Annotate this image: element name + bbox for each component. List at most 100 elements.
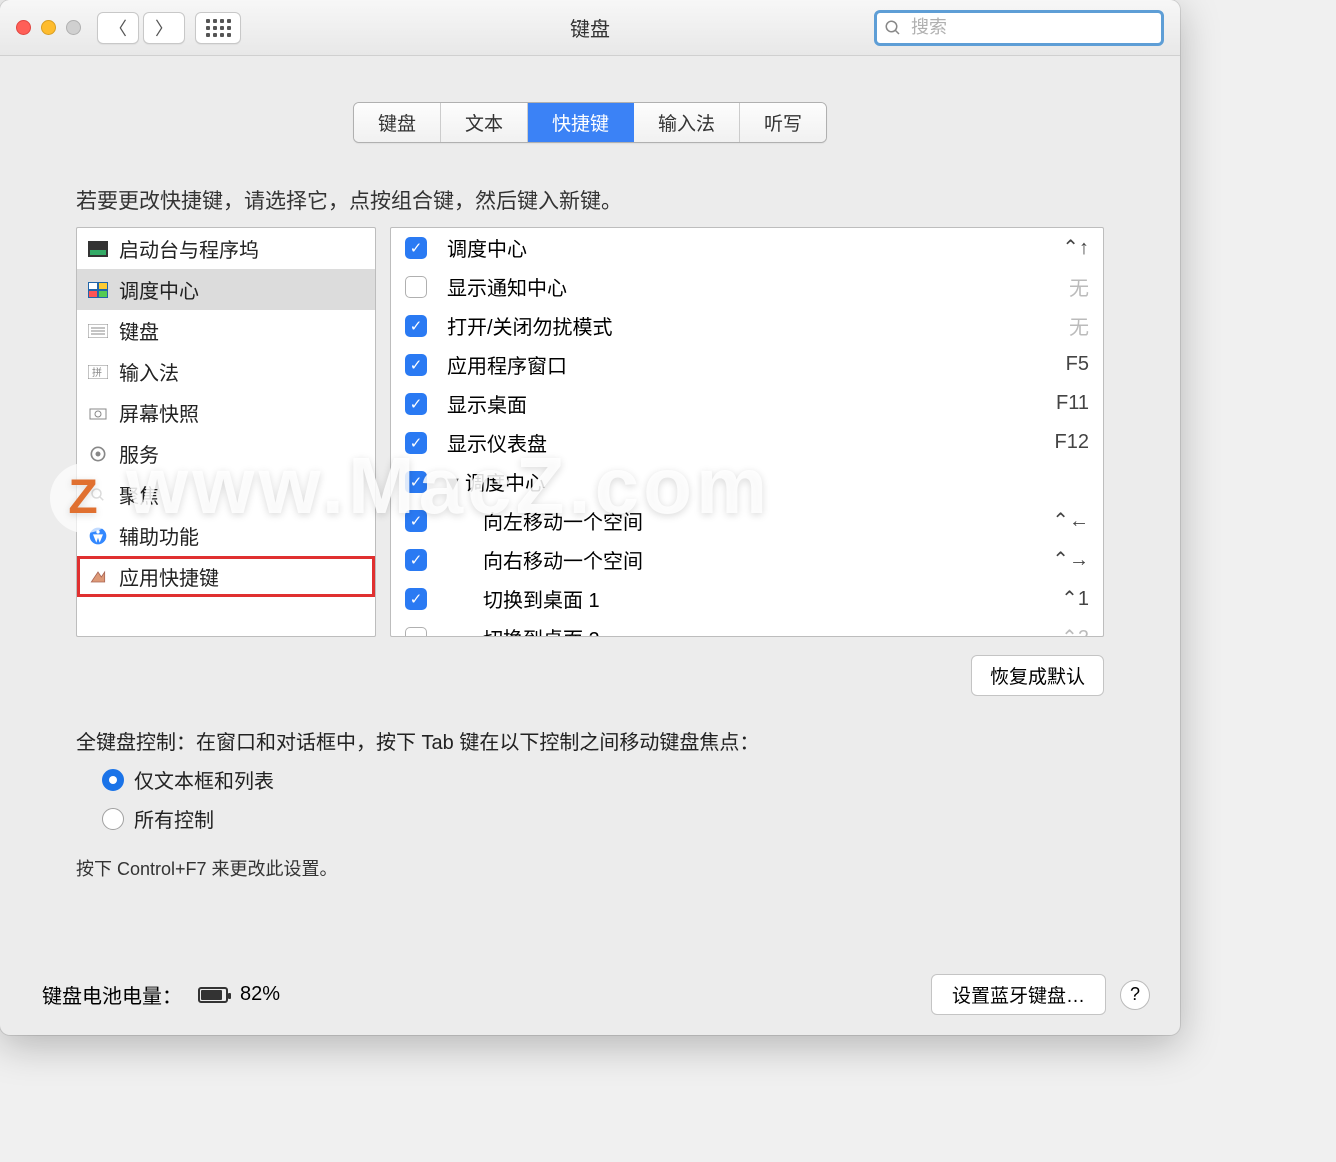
shortcut-row-10[interactable]: 切换到桌面 2⌃2	[391, 618, 1103, 637]
shortcut-key: ⌃↑	[1062, 235, 1089, 260]
shortcut-label: 显示桌面	[447, 389, 1056, 418]
checkbox[interactable]: ✓	[405, 471, 427, 493]
checkbox[interactable]	[405, 276, 427, 298]
sidebar-item-7[interactable]: 辅助功能	[77, 515, 375, 556]
back-button[interactable]: 〈	[97, 12, 139, 44]
shortcut-key: ⌃←	[1052, 508, 1089, 533]
checkbox[interactable]: ✓	[405, 432, 427, 454]
panes: 启动台与程序坞调度中心键盘拼输入法屏幕快照服务聚焦辅助功能应用快捷键 ✓调度中心…	[0, 227, 1180, 637]
shortcut-row-1[interactable]: 显示通知中心无	[391, 267, 1103, 306]
app-icon	[87, 566, 109, 588]
full-keyboard-section: 全键盘控制：在窗口和对话框中，按下 Tab 键在以下控制之间移动键盘焦点： 仅文…	[0, 696, 1180, 881]
shortcut-row-6[interactable]: ✓ ▼调度中心	[391, 462, 1103, 501]
a11y-icon	[87, 525, 109, 547]
shortcut-key: F12	[1055, 431, 1089, 454]
sidebar-item-label: 键盘	[119, 316, 159, 345]
close-button[interactable]	[16, 20, 31, 35]
battery-percent: 82%	[240, 983, 280, 1006]
screenshot-icon	[87, 402, 109, 424]
sidebar-item-4[interactable]: 屏幕快照	[77, 392, 375, 433]
full-keyboard-label: 全键盘控制：在窗口和对话框中，按下 Tab 键在以下控制之间移动键盘焦点：	[76, 726, 1104, 755]
shortcut-row-5[interactable]: ✓ 显示仪表盘F12	[391, 423, 1103, 462]
shortcut-label: 切换到桌面 2	[447, 623, 1061, 637]
titlebar: 〈 〉 键盘	[0, 0, 1180, 56]
restore-row: 恢复成默认	[0, 637, 1180, 696]
bluetooth-keyboard-button[interactable]: 设置蓝牙键盘…	[931, 974, 1106, 1015]
radio-label: 所有控制	[134, 804, 214, 833]
apps-grid-icon	[206, 19, 231, 37]
checkbox[interactable]	[405, 627, 427, 638]
shortcut-row-0[interactable]: ✓ 调度中心⌃↑	[391, 228, 1103, 267]
search-icon	[884, 19, 902, 42]
sidebar-item-1[interactable]: 调度中心	[77, 269, 375, 310]
sidebar-item-2[interactable]: 键盘	[77, 310, 375, 351]
shortcut-label: 应用程序窗口	[447, 350, 1066, 379]
launchpad-icon	[87, 238, 109, 260]
shortcut-row-7[interactable]: ✓向左移动一个空间⌃←	[391, 501, 1103, 540]
radio-text-only[interactable]: 仅文本框和列表	[102, 765, 1104, 794]
sidebar-item-5[interactable]: 服务	[77, 433, 375, 474]
tabbar: 键盘文本快捷键输入法听写	[0, 102, 1180, 143]
tab-2[interactable]: 快捷键	[528, 103, 634, 142]
search-input[interactable]	[874, 10, 1164, 46]
sidebar-item-8[interactable]: 应用快捷键	[77, 556, 375, 597]
category-sidebar[interactable]: 启动台与程序坞调度中心键盘拼输入法屏幕快照服务聚焦辅助功能应用快捷键	[76, 227, 376, 637]
traffic-lights	[16, 20, 81, 35]
tab-4[interactable]: 听写	[740, 103, 826, 142]
shortcut-key: ⌃1	[1061, 586, 1089, 611]
shortcut-label: 显示仪表盘	[447, 428, 1055, 457]
mission-icon	[87, 279, 109, 301]
sidebar-item-0[interactable]: 启动台与程序坞	[77, 228, 375, 269]
radio-all-controls[interactable]: 所有控制	[102, 804, 1104, 833]
sidebar-item-label: 聚焦	[119, 480, 159, 509]
shortcut-row-4[interactable]: ✓ 显示桌面F11	[391, 384, 1103, 423]
preferences-window: 〈 〉 键盘 键盘文本快捷键输入法听写 若要更改快捷键，请选择它，点按组合键，然…	[0, 0, 1180, 1035]
restore-defaults-button[interactable]: 恢复成默认	[971, 655, 1104, 696]
shortcut-key: 无	[1069, 311, 1089, 340]
input-icon: 拼	[87, 361, 109, 383]
forward-button[interactable]: 〉	[143, 12, 185, 44]
sidebar-item-label: 辅助功能	[119, 521, 199, 550]
search-wrap	[874, 10, 1164, 46]
checkbox[interactable]: ✓	[405, 549, 427, 571]
checkbox[interactable]: ✓	[405, 588, 427, 610]
shortcut-key: F11	[1056, 392, 1089, 415]
shortcut-label: ▼调度中心	[447, 467, 1089, 496]
shortcut-row-3[interactable]: ✓应用程序窗口F5	[391, 345, 1103, 384]
minimize-button[interactable]	[41, 20, 56, 35]
footer: 键盘电池电量： 82% 设置蓝牙键盘… ?	[0, 974, 1180, 1015]
tabs: 键盘文本快捷键输入法听写	[353, 102, 827, 143]
checkbox[interactable]: ✓	[405, 393, 427, 415]
shortcut-row-8[interactable]: ✓向右移动一个空间⌃→	[391, 540, 1103, 579]
shortcut-row-2[interactable]: ✓ 打开/关闭勿扰模式无	[391, 306, 1103, 345]
sidebar-item-label: 调度中心	[119, 275, 199, 304]
sidebar-item-label: 屏幕快照	[119, 398, 199, 427]
shortcut-key: 无	[1069, 272, 1089, 301]
tab-1[interactable]: 文本	[441, 103, 528, 142]
shortcut-key: ⌃2	[1061, 625, 1089, 637]
shortcut-row-9[interactable]: ✓ 切换到桌面 1⌃1	[391, 579, 1103, 618]
shortcut-label: 调度中心	[447, 233, 1062, 262]
battery-label: 键盘电池电量：	[42, 980, 182, 1009]
shortcut-label: 打开/关闭勿扰模式	[447, 311, 1069, 340]
checkbox[interactable]: ✓	[405, 237, 427, 259]
sidebar-item-6[interactable]: 聚焦	[77, 474, 375, 515]
tab-0[interactable]: 键盘	[354, 103, 441, 142]
checkbox[interactable]: ✓	[405, 354, 427, 376]
shortcut-label: 切换到桌面 1	[447, 584, 1061, 613]
instruction-text: 若要更改快捷键，请选择它，点按组合键，然后键入新键。	[76, 185, 1180, 215]
shortcuts-list[interactable]: ✓调度中心⌃↑显示通知中心无✓打开/关闭勿扰模式无✓应用程序窗口F5✓显示桌面F…	[390, 227, 1104, 637]
sidebar-item-3[interactable]: 拼输入法	[77, 351, 375, 392]
shortcut-label: 向右移动一个空间	[447, 545, 1052, 574]
radio-hint: 按下 Control+F7 来更改此设置。	[76, 855, 1104, 881]
tab-3[interactable]: 输入法	[634, 103, 740, 142]
sidebar-item-label: 启动台与程序坞	[119, 234, 259, 263]
chevron-left-icon: 〈	[109, 15, 127, 41]
maximize-button[interactable]	[66, 20, 81, 35]
disclosure-triangle-icon[interactable]: ▼	[443, 473, 459, 496]
help-button[interactable]: ?	[1120, 980, 1150, 1010]
show-all-button[interactable]	[195, 12, 241, 44]
checkbox[interactable]: ✓	[405, 315, 427, 337]
checkbox[interactable]: ✓	[405, 510, 427, 532]
sidebar-item-label: 服务	[119, 439, 159, 468]
